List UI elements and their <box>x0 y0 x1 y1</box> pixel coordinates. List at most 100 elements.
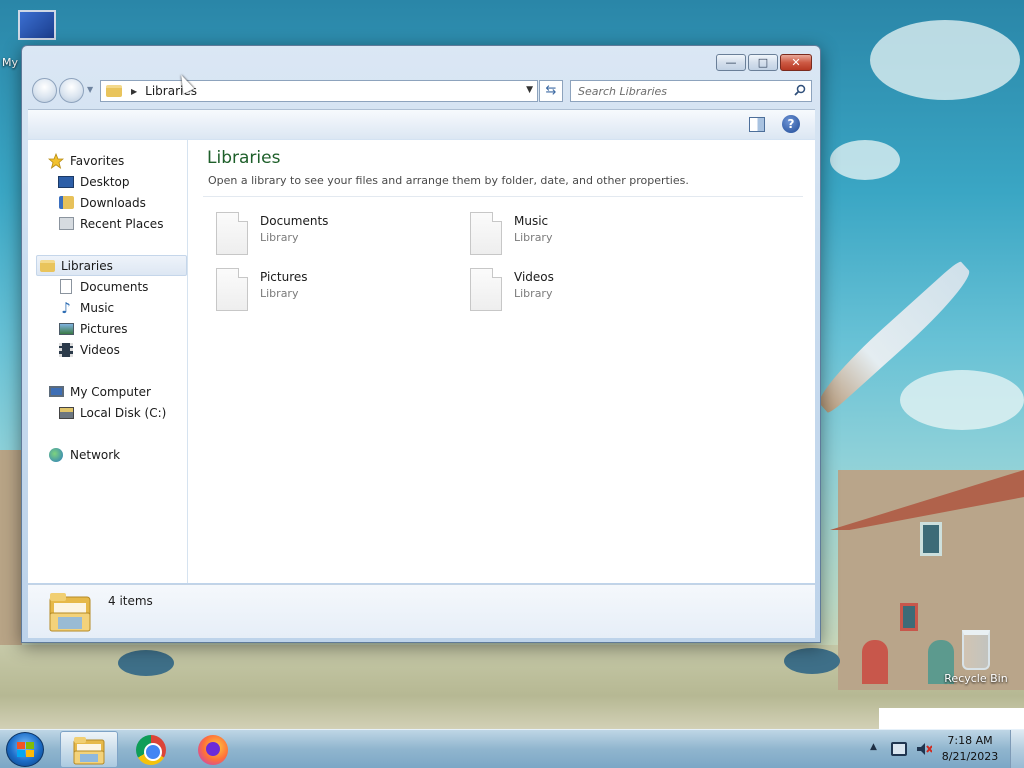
computer-icon <box>48 384 64 400</box>
nav-item-label: Network <box>70 447 121 462</box>
library-item-music[interactable]: Music Library <box>470 212 690 262</box>
chrome-icon <box>136 734 166 765</box>
background-window <box>900 603 918 631</box>
nav-item-desktop[interactable]: Desktop <box>58 171 130 192</box>
recycle-bin-icon <box>962 630 990 670</box>
document-icon <box>470 212 502 255</box>
nav-item-label: Documents <box>80 279 149 294</box>
desktop-icon <box>58 174 74 190</box>
forward-button[interactable] <box>59 78 84 103</box>
nav-item-label: Videos <box>80 342 120 357</box>
preview-pane-icon[interactable] <box>749 117 765 132</box>
nav-item-label: Favorites <box>70 153 125 168</box>
command-bar: ? <box>28 109 815 139</box>
library-type: Library <box>514 231 553 244</box>
taskbar-file-explorer[interactable] <box>60 731 118 768</box>
recent-pages-dropdown[interactable]: ▼ <box>87 85 93 94</box>
network-status-icon[interactable] <box>891 742 907 756</box>
details-pane: 4 items <box>28 584 815 638</box>
explorer-window: — □ ✕ ▼ ▶ Libraries ▼ ⇆ ? <box>21 45 821 643</box>
library-item-videos[interactable]: Videos Library <box>470 268 690 318</box>
back-button[interactable] <box>32 78 57 103</box>
library-type: Library <box>260 287 299 300</box>
start-button[interactable] <box>6 732 44 767</box>
explorer-body: Favorites Desktop Downloads Recent Place… <box>28 140 815 583</box>
documents-icon <box>58 279 74 295</box>
nav-item-recent-places[interactable]: Recent Places <box>58 213 163 234</box>
document-icon <box>216 212 248 255</box>
library-name: Music <box>514 214 549 228</box>
library-item-pictures[interactable]: Pictures Library <box>216 268 436 318</box>
desktop-blank-strip <box>879 708 1024 729</box>
taskbar-firefox[interactable] <box>184 731 242 768</box>
page-title: Libraries <box>207 148 281 168</box>
taskbar-chrome[interactable] <box>122 731 180 768</box>
nav-item-music[interactable]: ♪ Music <box>58 297 114 318</box>
computer-icon <box>18 10 56 40</box>
navigation-pane: Favorites Desktop Downloads Recent Place… <box>28 140 188 583</box>
library-name: Documents <box>260 214 329 228</box>
show-hidden-icons-icon[interactable]: ▲ <box>870 742 877 752</box>
libraries-icon <box>39 258 55 274</box>
nav-item-my-computer[interactable]: My Computer <box>48 381 151 402</box>
background-cloud <box>830 140 900 180</box>
hard-drive-icon <box>58 405 74 421</box>
background-cloud <box>870 20 1020 100</box>
divider <box>203 196 803 197</box>
star-icon <box>48 152 64 169</box>
library-item-documents[interactable]: Documents Library <box>216 212 436 262</box>
nav-item-label: Desktop <box>80 174 130 189</box>
nav-item-label: Libraries <box>61 258 113 273</box>
nav-item-label: Pictures <box>80 321 128 336</box>
desktop-icon-recycle-bin[interactable]: Recycle Bin <box>942 630 1010 685</box>
network-globe-icon <box>48 447 64 463</box>
nav-item-local-disk[interactable]: Local Disk (C:) <box>58 402 166 423</box>
volume-muted-icon[interactable] <box>916 742 932 756</box>
nav-item-favorites[interactable]: Favorites <box>48 150 124 171</box>
search-icon[interactable] <box>794 84 806 96</box>
background-cloud <box>900 370 1024 430</box>
search-box[interactable] <box>570 80 812 102</box>
refresh-button[interactable]: ⇆ <box>539 80 563 102</box>
file-explorer-icon <box>73 736 105 764</box>
clock-time: 7:18 AM <box>947 734 993 747</box>
document-icon <box>470 268 502 311</box>
show-desktop-button[interactable] <box>1010 730 1024 768</box>
taskbar: ▲ 7:18 AM 8/21/2023 <box>0 729 1024 768</box>
pictures-icon <box>58 321 74 337</box>
nav-item-pictures[interactable]: Pictures <box>58 318 128 339</box>
desktop-icon-label: Recycle Bin <box>944 672 1008 685</box>
close-button[interactable]: ✕ <box>780 54 812 71</box>
item-count: 4 items <box>108 594 153 608</box>
background-window <box>920 522 942 556</box>
windows-logo-icon <box>17 742 34 758</box>
minimize-button[interactable]: — <box>716 54 746 71</box>
window-caption-buttons: — □ ✕ <box>716 54 812 71</box>
address-bar[interactable]: ▶ Libraries ▼ <box>100 80 538 102</box>
music-note-icon: ♪ <box>61 298 71 317</box>
film-strip-icon <box>58 342 74 358</box>
search-input[interactable] <box>571 81 781 101</box>
maximize-button[interactable]: □ <box>748 54 778 71</box>
breadcrumb-arrow-icon[interactable]: ▶ <box>131 87 137 96</box>
downloads-folder-icon <box>58 195 74 211</box>
background-door <box>862 640 888 684</box>
library-name: Videos <box>514 270 554 284</box>
background-bird <box>118 650 174 676</box>
nav-item-network[interactable]: Network <box>48 444 120 465</box>
nav-item-downloads[interactable]: Downloads <box>58 192 146 213</box>
nav-item-label: Recent Places <box>80 216 164 231</box>
libraries-folder-icon <box>49 593 91 632</box>
libraries-icon <box>106 85 122 97</box>
nav-item-videos[interactable]: Videos <box>58 339 120 360</box>
library-type: Library <box>260 231 299 244</box>
background-bird <box>784 648 840 674</box>
clock-date: 8/21/2023 <box>941 750 999 763</box>
content-pane: Libraries Open a library to see your fil… <box>189 140 815 583</box>
nav-item-documents[interactable]: Documents <box>58 276 148 297</box>
background-building <box>0 450 22 650</box>
address-dropdown-icon[interactable]: ▼ <box>526 85 533 95</box>
taskbar-clock[interactable]: 7:18 AM 8/21/2023 <box>940 733 1000 765</box>
help-icon[interactable]: ? <box>782 115 800 133</box>
nav-item-libraries[interactable]: Libraries <box>36 255 187 276</box>
